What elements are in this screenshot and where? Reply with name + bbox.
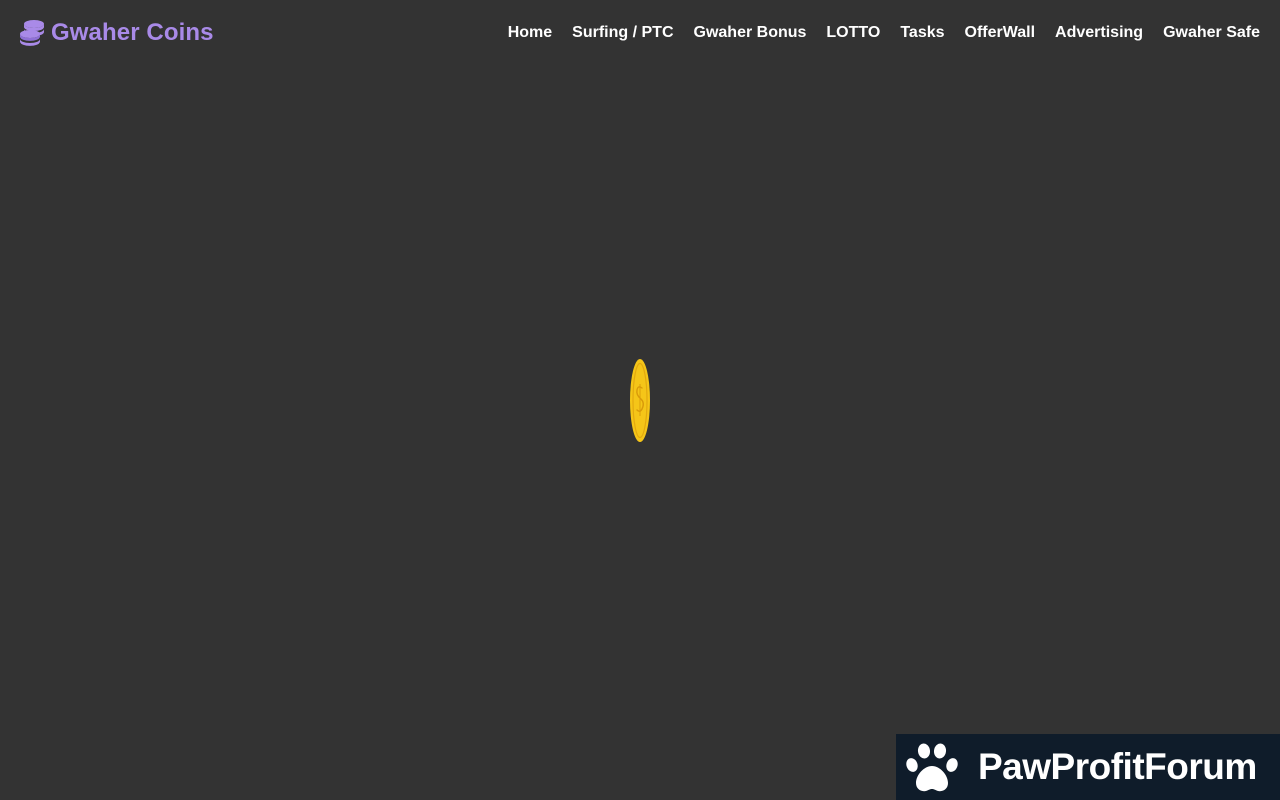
main-navigation: Home Surfing / PTC Gwaher Bonus LOTTO Ta… bbox=[508, 23, 1260, 43]
coins-stack-icon bbox=[19, 20, 44, 47]
brand-logo-link[interactable]: Gwaher Coins bbox=[19, 18, 214, 48]
nav-home[interactable]: Home bbox=[508, 23, 552, 43]
nav-gwaher-bonus[interactable]: Gwaher Bonus bbox=[694, 23, 807, 43]
paw-icon bbox=[906, 743, 958, 792]
top-navigation-bar: Gwaher Coins Home Surfing / PTC Gwaher B… bbox=[0, 0, 1280, 66]
nav-advertising[interactable]: Advertising bbox=[1055, 23, 1143, 43]
nav-surfing-ptc[interactable]: Surfing / PTC bbox=[572, 23, 673, 43]
pawprofitforum-watermark: PawProfitForum bbox=[896, 734, 1280, 800]
watermark-text: PawProfitForum bbox=[978, 746, 1257, 787]
loading-coin bbox=[629, 358, 651, 443]
nav-offerwall[interactable]: OfferWall bbox=[965, 23, 1036, 43]
nav-tasks[interactable]: Tasks bbox=[900, 23, 944, 43]
spinning-coin-icon bbox=[630, 359, 650, 442]
nav-lotto[interactable]: LOTTO bbox=[826, 23, 880, 43]
page: Gwaher Coins Home Surfing / PTC Gwaher B… bbox=[0, 0, 1280, 800]
nav-gwaher-safe[interactable]: Gwaher Safe bbox=[1163, 23, 1260, 43]
brand-name: Gwaher Coins bbox=[51, 19, 214, 46]
